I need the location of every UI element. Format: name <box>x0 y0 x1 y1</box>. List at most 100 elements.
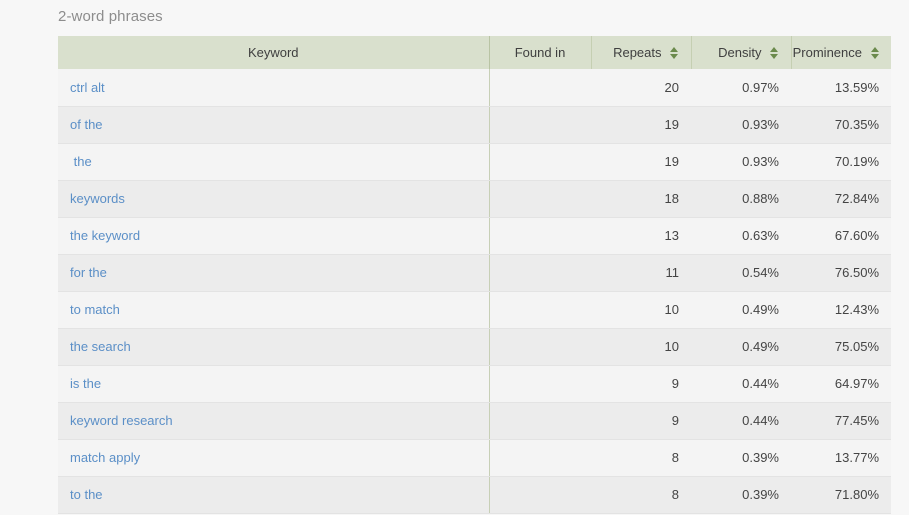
cell-repeats: 18 <box>591 180 691 218</box>
keyword-link[interactable]: the keyword <box>70 228 140 243</box>
cell-density: 0.93% <box>691 143 791 181</box>
column-header-density[interactable]: Density <box>691 36 792 69</box>
cell-found-in <box>489 328 591 366</box>
cell-repeats: 10 <box>591 328 691 366</box>
sort-arrows-icon-density[interactable] <box>770 45 779 61</box>
column-header-repeats[interactable]: Repeats <box>591 36 692 69</box>
cell-keyword: match apply <box>58 439 490 477</box>
table-row: match apply 8 0.39% 13.77% <box>58 439 891 477</box>
cell-keyword: of the <box>58 106 490 144</box>
cell-prominence: 76.50% <box>791 254 891 292</box>
table-row: to match 10 0.49% 12.43% <box>58 291 891 329</box>
cell-prominence: 72.84% <box>791 180 891 218</box>
table-row: keywords 18 0.88% 72.84% <box>58 180 891 218</box>
cell-density: 0.44% <box>691 365 791 403</box>
table-row: of the 19 0.93% 70.35% <box>58 106 891 144</box>
cell-prominence: 70.19% <box>791 143 891 181</box>
cell-found-in <box>489 365 591 403</box>
cell-keyword: for the <box>58 254 490 292</box>
cell-repeats: 8 <box>591 476 691 514</box>
cell-repeats: 13 <box>591 217 691 255</box>
table-row: for the 11 0.54% 76.50% <box>58 254 891 292</box>
keyword-link[interactable]: keyword research <box>70 413 173 428</box>
sort-arrows-icon-prominence[interactable] <box>870 45 879 61</box>
sort-descending-icon <box>770 53 778 59</box>
cell-prominence: 77.45% <box>791 402 891 440</box>
cell-density: 0.63% <box>691 217 791 255</box>
column-header-found-in-label: Found in <box>514 45 566 60</box>
cell-found-in <box>489 106 591 144</box>
column-header-prominence[interactable]: Prominence <box>791 36 891 69</box>
keyword-link[interactable]: the <box>70 154 92 169</box>
keyword-phrases-page: 2-word phrases Keyword Found in Repeats … <box>0 0 909 515</box>
cell-found-in <box>489 69 591 107</box>
cell-keyword: to match <box>58 291 490 329</box>
cell-repeats: 10 <box>591 291 691 329</box>
table-row: keyword research 9 0.44% 77.45% <box>58 402 891 440</box>
cell-keyword: keywords <box>58 180 490 218</box>
keyword-link[interactable]: ctrl alt <box>70 80 105 95</box>
cell-density: 0.93% <box>691 106 791 144</box>
cell-prominence: 70.35% <box>791 106 891 144</box>
cell-found-in <box>489 143 591 181</box>
sort-ascending-icon <box>670 46 678 52</box>
sort-ascending-icon <box>770 46 778 52</box>
cell-keyword: the search <box>58 328 490 366</box>
cell-density: 0.49% <box>691 328 791 366</box>
sort-arrows-icon-repeats[interactable] <box>670 45 679 61</box>
table-row: the keyword 13 0.63% 67.60% <box>58 217 891 255</box>
keyword-link[interactable]: for the <box>70 265 107 280</box>
column-header-repeats-label: Repeats <box>613 45 662 60</box>
cell-keyword: the <box>58 143 490 181</box>
cell-density: 0.54% <box>691 254 791 292</box>
cell-found-in <box>489 476 591 514</box>
cell-prominence: 13.77% <box>791 439 891 477</box>
keyword-link[interactable]: is the <box>70 376 101 391</box>
keyword-link[interactable]: of the <box>70 117 103 132</box>
cell-repeats: 11 <box>591 254 691 292</box>
cell-repeats: 9 <box>591 402 691 440</box>
table-body: ctrl alt 20 0.97% 13.59% of the 19 0.93% 70.35%… <box>58 69 891 514</box>
column-header-keyword[interactable]: Keyword <box>58 36 490 69</box>
cell-found-in <box>489 402 591 440</box>
table-row: the 19 0.93% 70.19% <box>58 143 891 181</box>
cell-repeats: 19 <box>591 143 691 181</box>
keyword-link[interactable]: the search <box>70 339 131 354</box>
cell-found-in <box>489 254 591 292</box>
column-header-prominence-label: Prominence <box>792 45 862 60</box>
cell-keyword: is the <box>58 365 490 403</box>
cell-keyword: ctrl alt <box>58 69 490 107</box>
cell-repeats: 19 <box>591 106 691 144</box>
cell-keyword: keyword research <box>58 402 490 440</box>
sort-descending-icon <box>870 53 879 59</box>
cell-repeats: 8 <box>591 439 691 477</box>
table-header: Keyword Found in Repeats Density Promine… <box>58 36 891 69</box>
keyword-link[interactable]: match apply <box>70 450 140 465</box>
cell-keyword: to the <box>58 476 490 514</box>
column-header-density-label: Density <box>718 45 762 60</box>
sort-ascending-icon <box>870 46 879 52</box>
cell-density: 0.88% <box>691 180 791 218</box>
cell-density: 0.49% <box>691 291 791 329</box>
cell-found-in <box>489 291 591 329</box>
table-row: to the 8 0.39% 71.80% <box>58 476 891 514</box>
table-row: the search 10 0.49% 75.05% <box>58 328 891 366</box>
cell-repeats: 20 <box>591 69 691 107</box>
keyword-table-container: Keyword Found in Repeats Density Promine… <box>58 36 891 514</box>
cell-repeats: 9 <box>591 365 691 403</box>
cell-density: 0.39% <box>691 476 791 514</box>
keyword-link[interactable]: to the <box>70 487 103 502</box>
keyword-link[interactable]: to match <box>70 302 120 317</box>
table-header-row: Keyword Found in Repeats Density Promine… <box>58 36 891 69</box>
keyword-link[interactable]: keywords <box>70 191 125 206</box>
keyword-table: Keyword Found in Repeats Density Promine… <box>58 36 891 514</box>
cell-found-in <box>489 439 591 477</box>
cell-density: 0.97% <box>691 69 791 107</box>
cell-found-in <box>489 217 591 255</box>
cell-prominence: 71.80% <box>791 476 891 514</box>
cell-prominence: 64.97% <box>791 365 891 403</box>
cell-keyword: the keyword <box>58 217 490 255</box>
table-row: ctrl alt 20 0.97% 13.59% <box>58 69 891 107</box>
column-header-found-in[interactable]: Found in <box>489 36 592 69</box>
page-title: 2-word phrases <box>58 8 163 25</box>
